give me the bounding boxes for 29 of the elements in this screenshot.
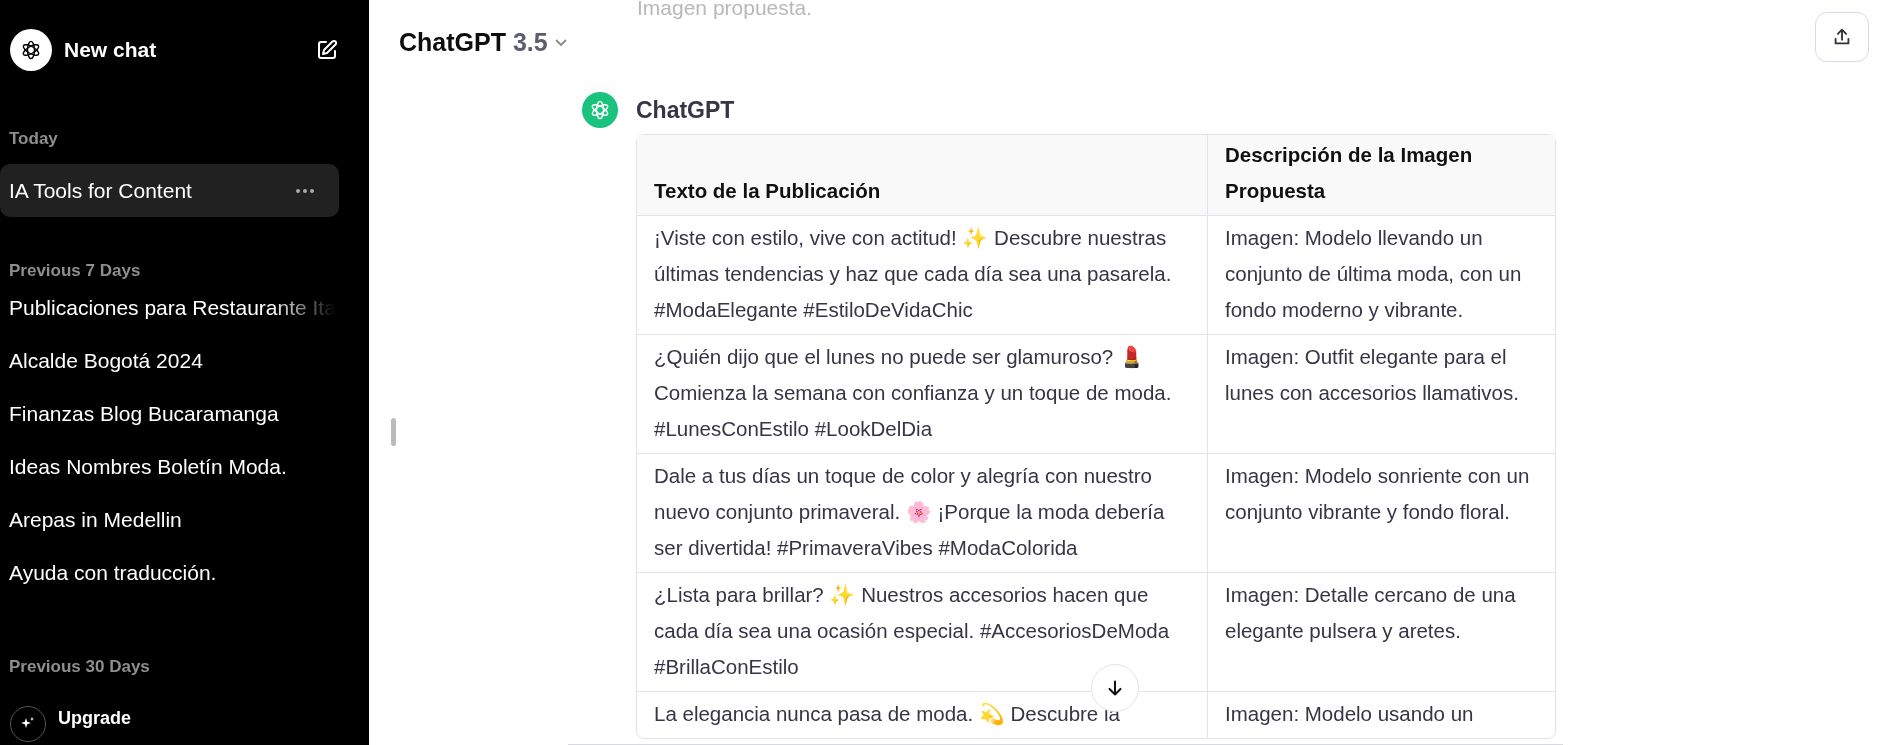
- more-options-icon[interactable]: [295, 187, 315, 194]
- chat-history-item[interactable]: Finanzas Blog Bucaramanga: [0, 387, 339, 440]
- table-cell: Imagen: Modelo usando un: [1208, 691, 1555, 738]
- chat-history-item[interactable]: IA Tools for Content: [0, 164, 339, 217]
- chat-history-item[interactable]: Alcalde Bogotá 2024: [0, 334, 339, 387]
- chat-history-item[interactable]: Ideas Nombres Boletín Moda.: [0, 440, 339, 493]
- table-cell: Imagen: Detalle cercano de una elegante pulsera y aretes.: [1208, 572, 1555, 691]
- table-cell: Dale a tus días un toque de color y alegría con nuestro nuevo conjunto primaveral. 🌸 ¡Porque la moda debería ser divertida! #PrimaveraVibes #ModaColorida: [637, 453, 1208, 572]
- sidebar-toggle-handle[interactable]: [391, 418, 396, 446]
- upgrade-button[interactable]: Upgrade: [0, 706, 369, 742]
- new-chat-button[interactable]: New chat: [10, 29, 157, 71]
- assistant-avatar-icon: [582, 92, 618, 128]
- table-cell: Imagen: Modelo sonriente con un conjunto vibrante y fondo floral.: [1208, 453, 1555, 572]
- column-header: Texto de la Publicación: [637, 135, 1208, 215]
- author-name: ChatGPT: [636, 96, 735, 124]
- logo-icon: [10, 29, 52, 71]
- edit-icon[interactable]: [315, 38, 339, 62]
- chat-history-item[interactable]: Arepas in Medellin: [0, 493, 339, 546]
- chat-history-item[interactable]: Ayuda con traducción.: [0, 546, 339, 599]
- table-cell: ¡Viste con estilo, vive con actitud! ✨ Descubre nuestras últimas tendencias y haz que cada día sea una pasarela. #ModaElegante #EstiloDeVidaChic: [637, 215, 1208, 334]
- section-heading: Previous 7 Days: [8, 261, 142, 281]
- section-heading: Today: [8, 129, 59, 149]
- column-header: Descripción de la Imagen Propuesta: [1208, 135, 1555, 215]
- table-cell: Imagen: Outfit elegante para el lunes con accesorios llamativos.: [1208, 334, 1555, 453]
- section-heading: Previous 30 Days: [8, 657, 151, 677]
- chevron-down-icon: [554, 38, 567, 47]
- table-cell: Imagen: Modelo llevando un conjunto de última moda, con un fondo moderno y vibrante.: [1208, 215, 1555, 334]
- share-button[interactable]: [1815, 12, 1869, 62]
- table-cell: ¿Quién dijo que el lunes no puede ser glamuroso? 💄 Comienza la semana con confianza y un toque de moda. #LunesConEstilo #LookDelDia: [637, 334, 1208, 453]
